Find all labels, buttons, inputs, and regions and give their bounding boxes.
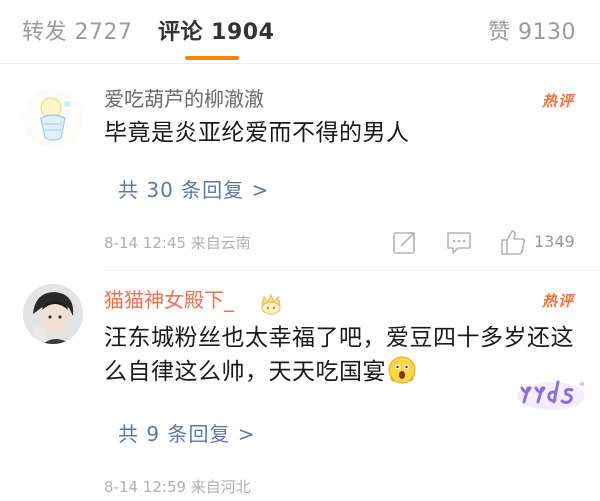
avatar-image bbox=[23, 88, 83, 148]
username[interactable]: 猫猫神女殿下_ bbox=[104, 287, 234, 313]
tab-likes[interactable]: 赞 9130 bbox=[488, 18, 576, 48]
avatar[interactable] bbox=[23, 88, 83, 148]
comment-tabs: 转发 2727 评论 1904 赞 9130 bbox=[0, 0, 600, 62]
fan-badge-icon bbox=[261, 293, 281, 315]
like-icon[interactable] bbox=[500, 228, 526, 256]
comment-icon[interactable] bbox=[446, 228, 472, 256]
comment-text: 毕竟是炎亚纶爱而不得的男人 bbox=[104, 120, 410, 146]
comment-item: 猫猫神女殿下_ 热评 汪东城粉丝也太幸福了吧，爱豆四十多岁还这么自律这么帅，天天… bbox=[0, 271, 600, 501]
comment-text: 汪东城粉丝也太幸福了吧，爱豆四十多岁还这么自律这么帅，天天吃国宴 bbox=[104, 321, 574, 389]
hot-comment-tag: 热评 bbox=[541, 92, 574, 110]
hot-comment-tag: 热评 bbox=[541, 292, 574, 310]
view-replies-link[interactable]: 共 9 条回复 > bbox=[118, 421, 256, 447]
avatar-image bbox=[23, 284, 83, 344]
view-replies-link[interactable]: 共 30 条回复 > bbox=[118, 177, 269, 203]
avatar[interactable] bbox=[23, 284, 83, 344]
yyds-sticker-icon bbox=[517, 380, 585, 410]
surprised-emoji-icon bbox=[388, 356, 416, 384]
comment-item: 爱吃葫芦的柳澈澈 热评 毕竟是炎亚纶爱而不得的男人 共 30 条回复 > 8-1… bbox=[0, 64, 600, 271]
comment-meta: 8-14 12:59 来自河北 bbox=[104, 478, 251, 496]
comment-meta: 8-14 12:45 来自云南 bbox=[104, 234, 251, 252]
tab-repost[interactable]: 转发 2727 bbox=[22, 18, 132, 48]
comment-text-content: 汪东城粉丝也太幸福了吧，爱豆四十多岁还这么自律这么帅，天天吃国宴 bbox=[104, 325, 574, 385]
share-icon[interactable] bbox=[392, 228, 418, 256]
like-count: 1349 bbox=[534, 232, 575, 251]
tab-comments[interactable]: 评论 1904 bbox=[158, 18, 274, 48]
username[interactable]: 爱吃葫芦的柳澈澈 bbox=[104, 86, 264, 112]
active-tab-indicator bbox=[185, 56, 239, 60]
